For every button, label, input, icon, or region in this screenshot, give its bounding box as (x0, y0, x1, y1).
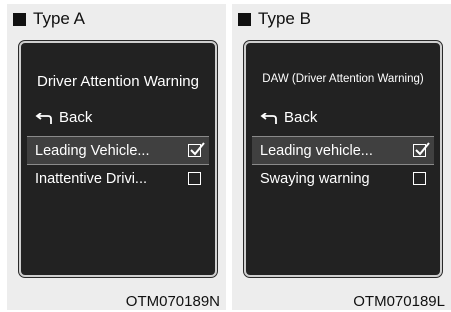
square-icon (238, 12, 251, 26)
screen-title: DAW (Driver Attention Warning) (262, 73, 424, 85)
checkbox-checked-icon[interactable] (413, 142, 430, 157)
panel-header: Type A (13, 9, 85, 29)
checkbox-checked-icon[interactable] (188, 142, 205, 157)
menu-item-inattentive-driving[interactable]: Inattentive Drivi... (27, 165, 209, 192)
display-screen: DAW (Driver Attention Warning) Back Lead… (244, 41, 442, 277)
panel-type-a: Type A Driver Attention Warning Back Lea… (7, 4, 226, 310)
back-arrow-icon (260, 111, 278, 124)
panel-title: Type A (33, 9, 85, 28)
square-icon (13, 12, 26, 26)
menu-item-label: Inattentive Drivi... (35, 170, 148, 187)
menu-item-swaying-warning[interactable]: Swaying warning (252, 165, 434, 192)
panel-header: Type B (238, 9, 311, 29)
back-label: Back (284, 109, 318, 126)
checkbox-empty-icon[interactable] (188, 172, 201, 185)
display-screen: Driver Attention Warning Back Leading Ve… (19, 41, 217, 277)
figure-code: OTM070189L (353, 293, 445, 310)
back-button[interactable]: Back (35, 109, 92, 126)
menu-item-leading-vehicle[interactable]: Leading Vehicle... (27, 137, 209, 164)
panel-type-b: Type B DAW (Driver Attention Warning) Ba… (232, 4, 451, 310)
back-arrow-icon (35, 111, 53, 124)
checkbox-empty-icon[interactable] (413, 172, 426, 185)
back-button[interactable]: Back (260, 109, 317, 126)
menu-item-leading-vehicle[interactable]: Leading vehicle... (252, 137, 434, 164)
screen-title: Driver Attention Warning (36, 73, 199, 90)
menu-item-label: Leading vehicle... (260, 142, 373, 159)
menu-item-label: Leading Vehicle... (35, 142, 150, 159)
panel-title: Type B (258, 9, 311, 28)
menu-item-label: Swaying warning (260, 170, 370, 187)
back-label: Back (59, 109, 93, 126)
figure-code: OTM070189N (125, 293, 220, 310)
